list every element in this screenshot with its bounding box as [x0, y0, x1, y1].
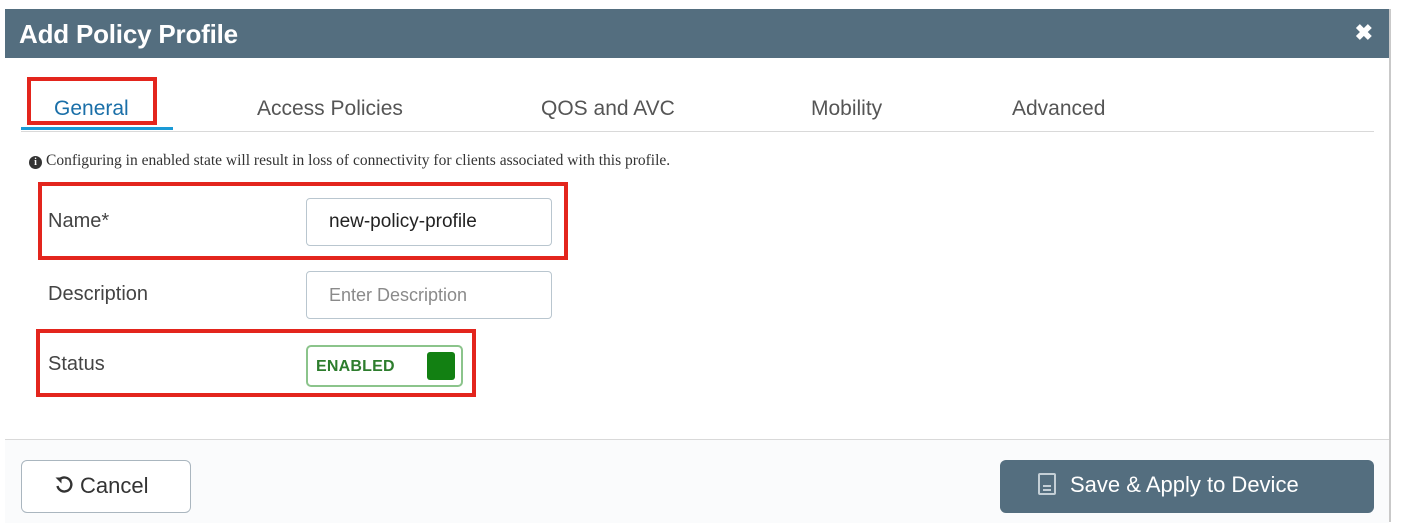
cancel-button[interactable]: Cancel — [21, 460, 191, 513]
active-tab-indicator — [21, 127, 173, 130]
description-input[interactable]: Enter Description — [306, 271, 552, 319]
dialog-footer: Cancel Save & Apply to Device — [5, 439, 1389, 523]
dialog-title: Add Policy Profile — [19, 19, 238, 49]
name-label: Name* — [48, 210, 110, 232]
dialog-titlebar: Add Policy Profile ✖ — [5, 9, 1389, 58]
save-apply-button[interactable]: Save & Apply to Device — [1000, 460, 1374, 513]
notice-text: Configuring in enabled state will result… — [46, 152, 671, 169]
save-icon — [1038, 473, 1056, 495]
tab-mobility[interactable]: Mobility — [811, 97, 882, 121]
cancel-label: Cancel — [80, 473, 149, 498]
status-toggle-label: ENABLED — [316, 358, 395, 375]
tab-access-policies[interactable]: Access Policies — [257, 97, 403, 121]
close-icon[interactable]: ✖ — [1355, 20, 1373, 46]
highlight-general-tab — [27, 77, 157, 125]
status-toggle[interactable]: ENABLED — [306, 345, 463, 387]
tab-qos-and-avc[interactable]: QOS and AVC — [541, 97, 675, 121]
warning-notice: i Configuring in enabled state will resul… — [29, 152, 670, 170]
description-label: Description — [48, 283, 149, 305]
add-policy-profile-dialog: Add Policy Profile ✖ General Access Poli… — [5, 9, 1391, 523]
info-icon: i — [29, 156, 42, 169]
toggle-knob — [427, 352, 455, 380]
save-label: Save & Apply to Device — [1070, 472, 1299, 497]
tab-advanced[interactable]: Advanced — [1012, 97, 1105, 121]
tab-bar: General Access Policies QOS and AVC Mobi… — [21, 81, 1374, 132]
undo-icon — [55, 476, 73, 493]
name-input[interactable]: new-policy-profile — [306, 198, 552, 246]
status-label: Status — [48, 353, 105, 375]
